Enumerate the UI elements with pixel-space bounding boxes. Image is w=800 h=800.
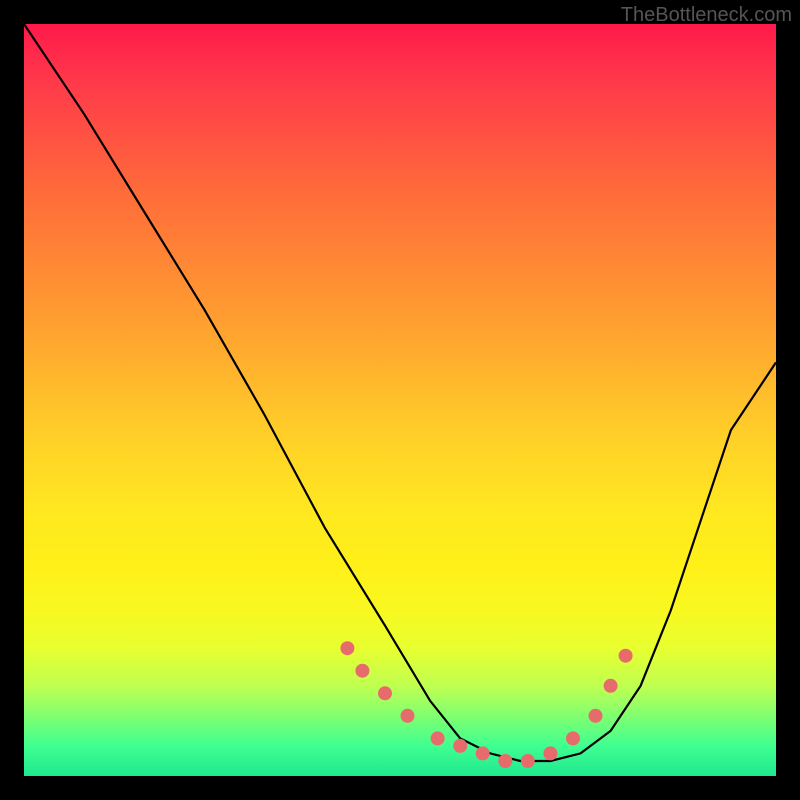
- chart-svg: [24, 24, 776, 776]
- marker-point: [340, 641, 354, 655]
- data-curve: [24, 24, 776, 761]
- marker-point: [431, 731, 445, 745]
- marker-point: [378, 686, 392, 700]
- marker-point: [355, 664, 369, 678]
- marker-point: [566, 731, 580, 745]
- chart-container: TheBottleneck.com: [0, 0, 800, 800]
- marker-point: [453, 739, 467, 753]
- watermark-text: TheBottleneck.com: [621, 4, 792, 27]
- marker-point: [589, 709, 603, 723]
- marker-point: [521, 754, 535, 768]
- marker-point: [604, 679, 618, 693]
- marker-point: [476, 746, 490, 760]
- marker-point: [543, 746, 557, 760]
- marker-point: [619, 649, 633, 663]
- marker-point: [401, 709, 415, 723]
- plot-area: [24, 24, 776, 776]
- marker-group: [340, 641, 632, 768]
- marker-point: [498, 754, 512, 768]
